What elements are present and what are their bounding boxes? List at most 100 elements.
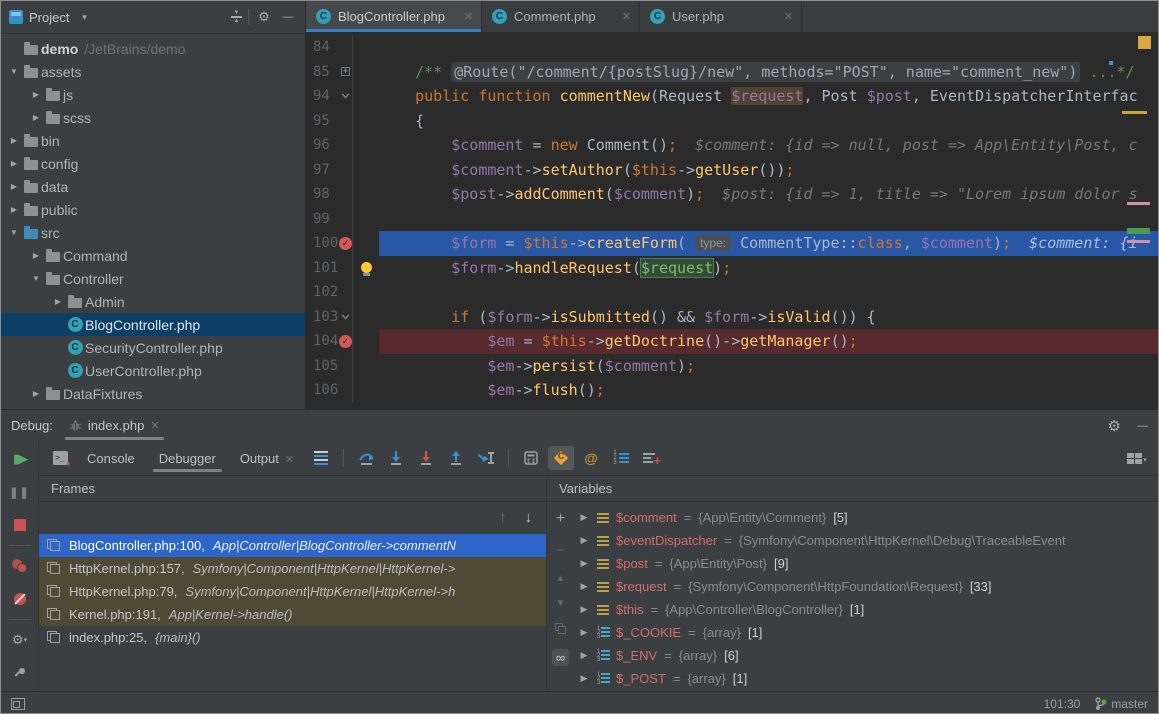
tab-console[interactable]: Console bbox=[77, 447, 145, 470]
tree-item-bin[interactable]: ▶ bin bbox=[1, 129, 305, 152]
frame-row[interactable]: HttpKernel.php:157, Symfony|Component|Ht… bbox=[39, 557, 546, 580]
collapsed-icon[interactable]: ▶ bbox=[7, 159, 21, 168]
step-out-icon[interactable] bbox=[443, 446, 469, 470]
variable-row[interactable]: ▶ 1 2 3 $_ENV = {array} [6] bbox=[574, 644, 1158, 667]
gear-icon[interactable]: ⚙ bbox=[255, 8, 273, 26]
tree-item-datafixtures[interactable]: ▶ DataFixtures bbox=[1, 382, 305, 405]
tree-item-usercontroller-php[interactable]: C UserController.php bbox=[1, 359, 305, 382]
tree-item-src[interactable]: ▼ src bbox=[1, 221, 305, 244]
close-icon[interactable]: ✕ bbox=[285, 454, 294, 466]
git-branch-widget[interactable]: master bbox=[1094, 697, 1148, 711]
editor-tab-blogcontroller-php[interactable]: C BlogController.php ✕ bbox=[306, 1, 482, 32]
expanded-icon[interactable]: ▼ bbox=[29, 274, 43, 283]
breakpoint-icon[interactable]: ✓ bbox=[339, 334, 352, 348]
collapsed-icon[interactable]: ▶ bbox=[29, 90, 43, 99]
hide-panel-icon[interactable]: — bbox=[1137, 420, 1148, 432]
step-into-icon[interactable] bbox=[383, 446, 409, 470]
debug-session-tab[interactable]: index.php ✕ bbox=[63, 410, 166, 441]
gear-icon[interactable]: ⚙ bbox=[1108, 417, 1121, 435]
scrollbar-mark-blue[interactable] bbox=[1109, 61, 1113, 65]
toolwindow-toggle-icon[interactable] bbox=[11, 697, 25, 710]
collapsed-icon[interactable]: ▶ bbox=[7, 182, 21, 191]
close-icon[interactable]: ✕ bbox=[622, 10, 631, 23]
tab-output[interactable]: Output ✕ bbox=[230, 447, 304, 470]
fold-collapse-icon[interactable] bbox=[341, 90, 350, 99]
close-icon[interactable]: ✕ bbox=[464, 10, 473, 23]
tree-item-config[interactable]: ▶ config bbox=[1, 152, 305, 175]
expand-arrow-icon[interactable]: ▶ bbox=[578, 581, 590, 592]
variable-row[interactable]: ▶ 1 2 3 $_COOKIE = {array} [1] bbox=[574, 621, 1158, 644]
frame-row[interactable]: BlogController.php:100, App|Controller|B… bbox=[39, 534, 546, 557]
layout-settings-icon[interactable]: ▾ bbox=[1124, 446, 1150, 470]
scrollbar-mark-pink-2[interactable] bbox=[1127, 240, 1150, 243]
tree-item-controller[interactable]: ▼ Controller bbox=[1, 267, 305, 290]
expand-arrow-icon[interactable]: ▶ bbox=[578, 650, 590, 661]
numbered-list-icon[interactable]: 123 bbox=[608, 446, 634, 470]
editor-tab-user-php[interactable]: C User.php ✕ bbox=[640, 1, 802, 32]
close-icon[interactable]: ✕ bbox=[784, 10, 793, 23]
chevron-down-icon[interactable]: ▾ bbox=[75, 8, 93, 26]
view-breakpoints-icon[interactable] bbox=[10, 556, 30, 576]
code-area[interactable]: 84 85 + /** @Route("/comment/{postSlug}/ne… bbox=[306, 32, 1158, 409]
scrollbar-mark-green[interactable] bbox=[1127, 228, 1150, 234]
variable-row[interactable]: ▶ $eventDispatcher = {Symfony\Component\Htt… bbox=[574, 529, 1158, 552]
hide-panel-icon[interactable]: — bbox=[279, 8, 297, 26]
add-watch-icon[interactable]: + bbox=[638, 446, 664, 470]
expand-arrow-icon[interactable]: ▶ bbox=[578, 673, 590, 684]
frame-row[interactable]: Kernel.php:191, App|Kernel->handle() bbox=[39, 603, 546, 626]
pin-tab-icon[interactable] bbox=[10, 663, 30, 683]
tree-item-securitycontroller-php[interactable]: C SecurityController.php bbox=[1, 336, 305, 359]
frame-row[interactable]: index.php:25, {main}() bbox=[39, 626, 546, 649]
fold-collapse-icon[interactable] bbox=[341, 311, 350, 320]
remove-watch-icon[interactable]: − bbox=[556, 542, 565, 559]
tree-item-data[interactable]: ▶ data bbox=[1, 175, 305, 198]
evaluate-inline-icon[interactable]: ∞ bbox=[551, 649, 570, 666]
expand-arrow-icon[interactable]: ▶ bbox=[578, 627, 590, 638]
collapsed-icon[interactable]: ▶ bbox=[29, 251, 43, 260]
collapsed-icon[interactable]: ▶ bbox=[29, 113, 43, 122]
frame-down-icon[interactable]: ↓ bbox=[525, 509, 533, 526]
frame-row[interactable]: HttpKernel.php:79, Symfony|Component|Htt… bbox=[39, 580, 546, 603]
mute-breakpoints-icon[interactable] bbox=[10, 589, 30, 609]
scrollbar-mark-pink-1[interactable] bbox=[1127, 202, 1150, 205]
mailer-icon[interactable]: @ bbox=[578, 446, 604, 470]
expand-arrow-icon[interactable]: ▶ bbox=[578, 512, 590, 523]
force-step-into-icon[interactable] bbox=[413, 446, 439, 470]
move-down-icon[interactable]: ▼ bbox=[556, 598, 566, 609]
tree-item-assets[interactable]: ▼ assets bbox=[1, 60, 305, 83]
add-watch-plus-icon[interactable]: + bbox=[556, 510, 565, 528]
collapsed-icon[interactable]: ▶ bbox=[51, 297, 65, 306]
editor-tab-comment-php[interactable]: C Comment.php ✕ bbox=[482, 1, 640, 32]
breakpoint-icon[interactable]: ✓ bbox=[339, 236, 352, 250]
collapsed-icon[interactable]: ▶ bbox=[7, 205, 21, 214]
intention-bulb-icon[interactable] bbox=[360, 262, 372, 277]
tree-item-demo[interactable]: demo/JetBrains/demo bbox=[1, 37, 305, 60]
expanded-icon[interactable]: ▼ bbox=[7, 228, 21, 237]
fold-expand-icon[interactable]: + bbox=[341, 67, 350, 77]
collapsed-icon[interactable]: ▶ bbox=[29, 389, 43, 398]
move-up-icon[interactable]: ▲ bbox=[556, 573, 566, 584]
scrollbar-mark-yellow[interactable] bbox=[1122, 111, 1147, 114]
frame-up-icon[interactable]: ↑ bbox=[499, 509, 507, 526]
variable-row[interactable]: ▶ $request = {Symfony\Component\HttpFoundat… bbox=[574, 575, 1158, 598]
php-console-icon[interactable]: C bbox=[548, 446, 575, 470]
inspection-status-marker[interactable] bbox=[1138, 36, 1151, 49]
tree-item-js[interactable]: ▶ js bbox=[1, 83, 305, 106]
expand-arrow-icon[interactable]: ▶ bbox=[578, 535, 590, 546]
run-to-cursor-icon[interactable] bbox=[473, 446, 499, 470]
collapse-all-icon[interactable]: ▼ ▲ bbox=[231, 10, 242, 24]
tab-debugger[interactable]: Debugger bbox=[149, 447, 226, 472]
collapsed-icon[interactable]: ▶ bbox=[7, 136, 21, 145]
pause-program-icon[interactable]: ❚❚ bbox=[9, 482, 30, 502]
close-icon[interactable]: ✕ bbox=[150, 419, 159, 432]
step-over-icon[interactable] bbox=[353, 446, 379, 470]
tree-item-public[interactable]: ▶ public bbox=[1, 198, 305, 221]
tree-item-scss[interactable]: ▶ scss bbox=[1, 106, 305, 129]
copy-value-icon[interactable] bbox=[554, 623, 567, 635]
variable-row[interactable]: ▶ $this = {App\Controller\BlogController} [1… bbox=[574, 598, 1158, 621]
variable-row[interactable]: ▶ $comment = {App\Entity\Comment} [5] bbox=[574, 506, 1158, 529]
variable-row[interactable]: ▶ $post = {App\Entity\Post} [9] bbox=[574, 552, 1158, 575]
show-execution-point-icon[interactable] bbox=[308, 446, 334, 470]
expand-arrow-icon[interactable]: ▶ bbox=[578, 604, 590, 615]
resume-program-icon[interactable]: ▮▶ bbox=[10, 449, 30, 469]
